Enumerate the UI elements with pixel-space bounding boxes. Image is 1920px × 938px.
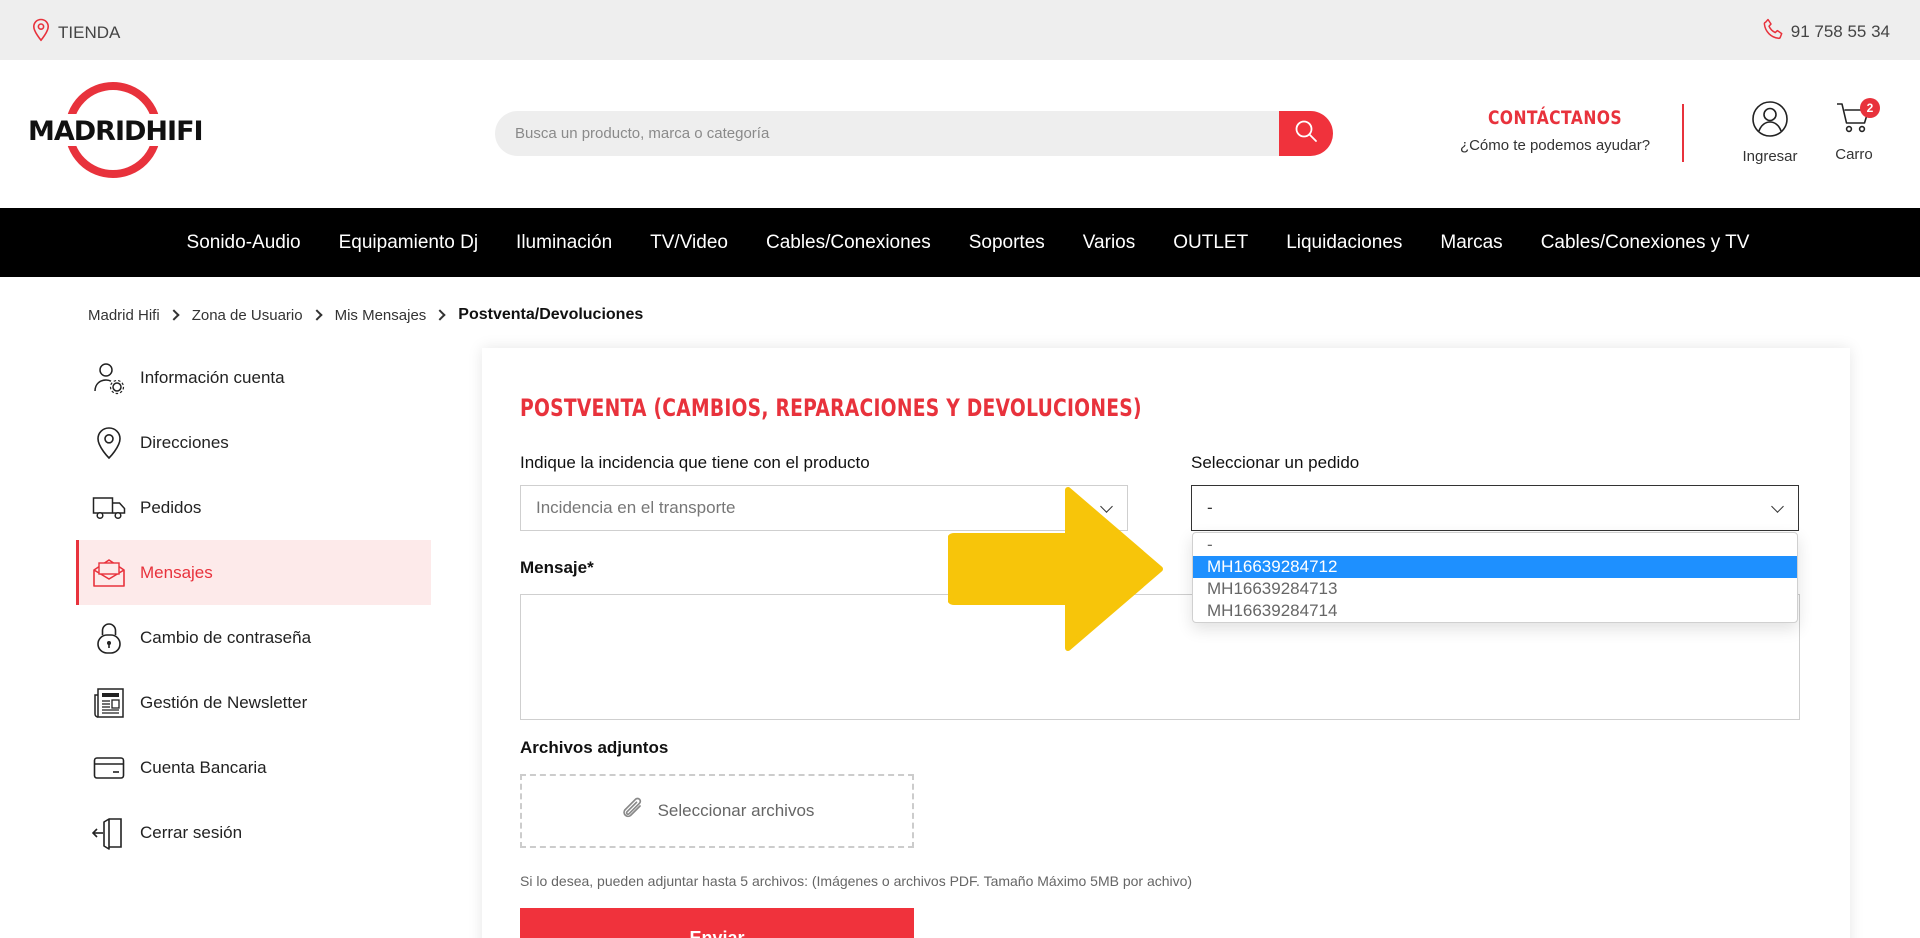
location-pin-icon xyxy=(92,426,126,460)
incidence-select-value: Incidencia en el transporte xyxy=(536,498,736,517)
cart-button[interactable]: 2 Carro xyxy=(1824,98,1884,163)
newspaper-icon xyxy=(92,686,126,720)
nav-item-liquidaciones[interactable]: Liquidaciones xyxy=(1286,232,1402,254)
credit-card-icon xyxy=(92,751,126,785)
breadcrumb-item[interactable]: Mis Mensajes xyxy=(335,307,427,324)
nav-item-sonido-audio[interactable]: Sonido-Audio xyxy=(187,232,301,254)
attachments-label: Archivos adjuntos xyxy=(520,738,669,757)
logo-text: MADRIDHIFI xyxy=(28,116,204,147)
phone-icon xyxy=(1763,18,1783,45)
cart-icon xyxy=(1835,103,1873,140)
phone-link[interactable]: 91 758 55 34 xyxy=(1763,18,1890,45)
logo[interactable]: MADRIDHIFI xyxy=(28,80,204,180)
nav-item-outlet[interactable]: OUTLET xyxy=(1173,232,1248,254)
user-gear-icon xyxy=(92,361,126,395)
sidebar-item-messages[interactable]: Mensajes xyxy=(76,540,431,605)
select-files-label: Seleccionar archivos xyxy=(657,801,815,820)
header-divider xyxy=(1682,104,1684,162)
chevron-right-icon xyxy=(434,309,446,321)
order-select[interactable]: - xyxy=(1191,485,1799,531)
page-title: POSTVENTA (CAMBIOS, REPARACIONES Y DEVOL… xyxy=(520,394,1142,422)
submit-button[interactable]: Enviar xyxy=(520,908,914,938)
order-label: Seleccionar un pedido xyxy=(1191,453,1360,472)
message-label: Mensaje* xyxy=(520,558,594,577)
nav-item-marcas[interactable]: Marcas xyxy=(1440,232,1502,254)
chevron-down-icon xyxy=(1771,500,1784,513)
location-pin-icon xyxy=(32,18,50,47)
breadcrumb-item[interactable]: Zona de Usuario xyxy=(192,307,303,324)
sidebar-item-newsletter[interactable]: Gestión de Newsletter xyxy=(76,670,431,735)
main-nav: Sonido-Audio Equipamiento Dj Iluminación… xyxy=(0,208,1920,277)
arrow-annotation-icon xyxy=(948,487,1163,651)
nav-item-soportes[interactable]: Soportes xyxy=(969,232,1045,254)
sidebar-item-addresses[interactable]: Direcciones xyxy=(76,410,431,475)
order-select-value: - xyxy=(1207,498,1213,517)
attachments-hint: Si lo desea, pueden adjuntar hasta 5 arc… xyxy=(520,873,1193,889)
search-bar xyxy=(495,111,1333,156)
contact-title: CONTÁCTANOS xyxy=(1487,107,1623,129)
user-icon xyxy=(1751,101,1789,142)
breadcrumb-item[interactable]: Madrid Hifi xyxy=(88,307,160,324)
order-option-highlighted[interactable]: MH16639284712 xyxy=(1193,556,1797,578)
envelope-open-icon xyxy=(92,556,126,590)
truck-icon xyxy=(92,491,126,525)
chevron-right-icon xyxy=(168,309,180,321)
incidence-label: Indique la incidencia que tiene con el p… xyxy=(520,453,870,472)
lock-icon xyxy=(92,621,126,655)
nav-item-tv-video[interactable]: TV/Video xyxy=(650,232,728,254)
nav-item-cables-conexiones-tv[interactable]: Cables/Conexiones y TV xyxy=(1541,232,1750,254)
nav-item-cables-conexiones[interactable]: Cables/Conexiones xyxy=(766,232,931,254)
top-bar: TIENDA 91 758 55 34 xyxy=(0,0,1920,60)
store-label: TIENDA xyxy=(58,22,121,42)
search-button[interactable] xyxy=(1279,111,1333,156)
account-sidebar: Información cuenta Direcciones Pedidos M… xyxy=(76,345,431,865)
cart-count-badge: 2 xyxy=(1860,98,1880,118)
sidebar-item-bank-account[interactable]: Cuenta Bancaria xyxy=(76,735,431,800)
sidebar-item-orders[interactable]: Pedidos xyxy=(76,475,431,540)
sidebar-item-label: Cuenta Bancaria xyxy=(140,757,267,777)
store-link[interactable]: TIENDA xyxy=(32,18,120,47)
phone-number: 91 758 55 34 xyxy=(1790,21,1890,41)
login-label: Ingresar xyxy=(1742,148,1798,165)
logout-icon xyxy=(92,816,126,850)
breadcrumb: Madrid Hifi Zona de Usuario Mis Mensajes… xyxy=(88,306,643,324)
contact-subtitle: ¿Cómo te podemos ayudar? xyxy=(1459,137,1651,154)
sidebar-item-label: Gestión de Newsletter xyxy=(140,692,308,712)
order-dropdown-list: - MH16639284712 MH16639284713 MH16639284… xyxy=(1192,532,1798,623)
paperclip-icon xyxy=(620,795,646,828)
nav-item-equipamiento-dj[interactable]: Equipamiento Dj xyxy=(339,232,478,254)
sidebar-item-account-info[interactable]: Información cuenta xyxy=(76,345,431,410)
sidebar-item-label: Cerrar sesión xyxy=(140,822,243,842)
nav-item-iluminacion[interactable]: Iluminación xyxy=(516,232,612,254)
sidebar-item-logout[interactable]: Cerrar sesión xyxy=(76,800,431,865)
sidebar-item-label: Mensajes xyxy=(140,562,213,582)
breadcrumb-current: Postventa/Devoluciones xyxy=(458,306,644,323)
sidebar-item-label: Información cuenta xyxy=(140,367,285,387)
cart-label: Carro xyxy=(1835,146,1873,163)
sidebar-item-label: Pedidos xyxy=(140,497,202,517)
sidebar-item-change-password[interactable]: Cambio de contraseña xyxy=(76,605,431,670)
order-option[interactable]: - xyxy=(1193,534,1797,556)
search-input[interactable] xyxy=(515,111,1255,156)
file-dropzone[interactable]: Seleccionar archivos xyxy=(520,774,914,848)
order-option[interactable]: MH16639284714 xyxy=(1193,600,1797,622)
sidebar-item-label: Direcciones xyxy=(140,432,229,452)
order-option[interactable]: MH16639284713 xyxy=(1193,578,1797,600)
login-button[interactable]: Ingresar xyxy=(1735,100,1805,165)
search-icon xyxy=(1294,119,1318,148)
chevron-right-icon xyxy=(310,309,323,321)
header: MADRIDHIFI CONTÁCTANOS ¿Cómo te podemos … xyxy=(0,60,1920,208)
nav-item-varios[interactable]: Varios xyxy=(1083,232,1135,254)
contact-block[interactable]: CONTÁCTANOS ¿Cómo te podemos ayudar? xyxy=(1455,107,1655,154)
sidebar-item-label: Cambio de contraseña xyxy=(140,627,312,647)
